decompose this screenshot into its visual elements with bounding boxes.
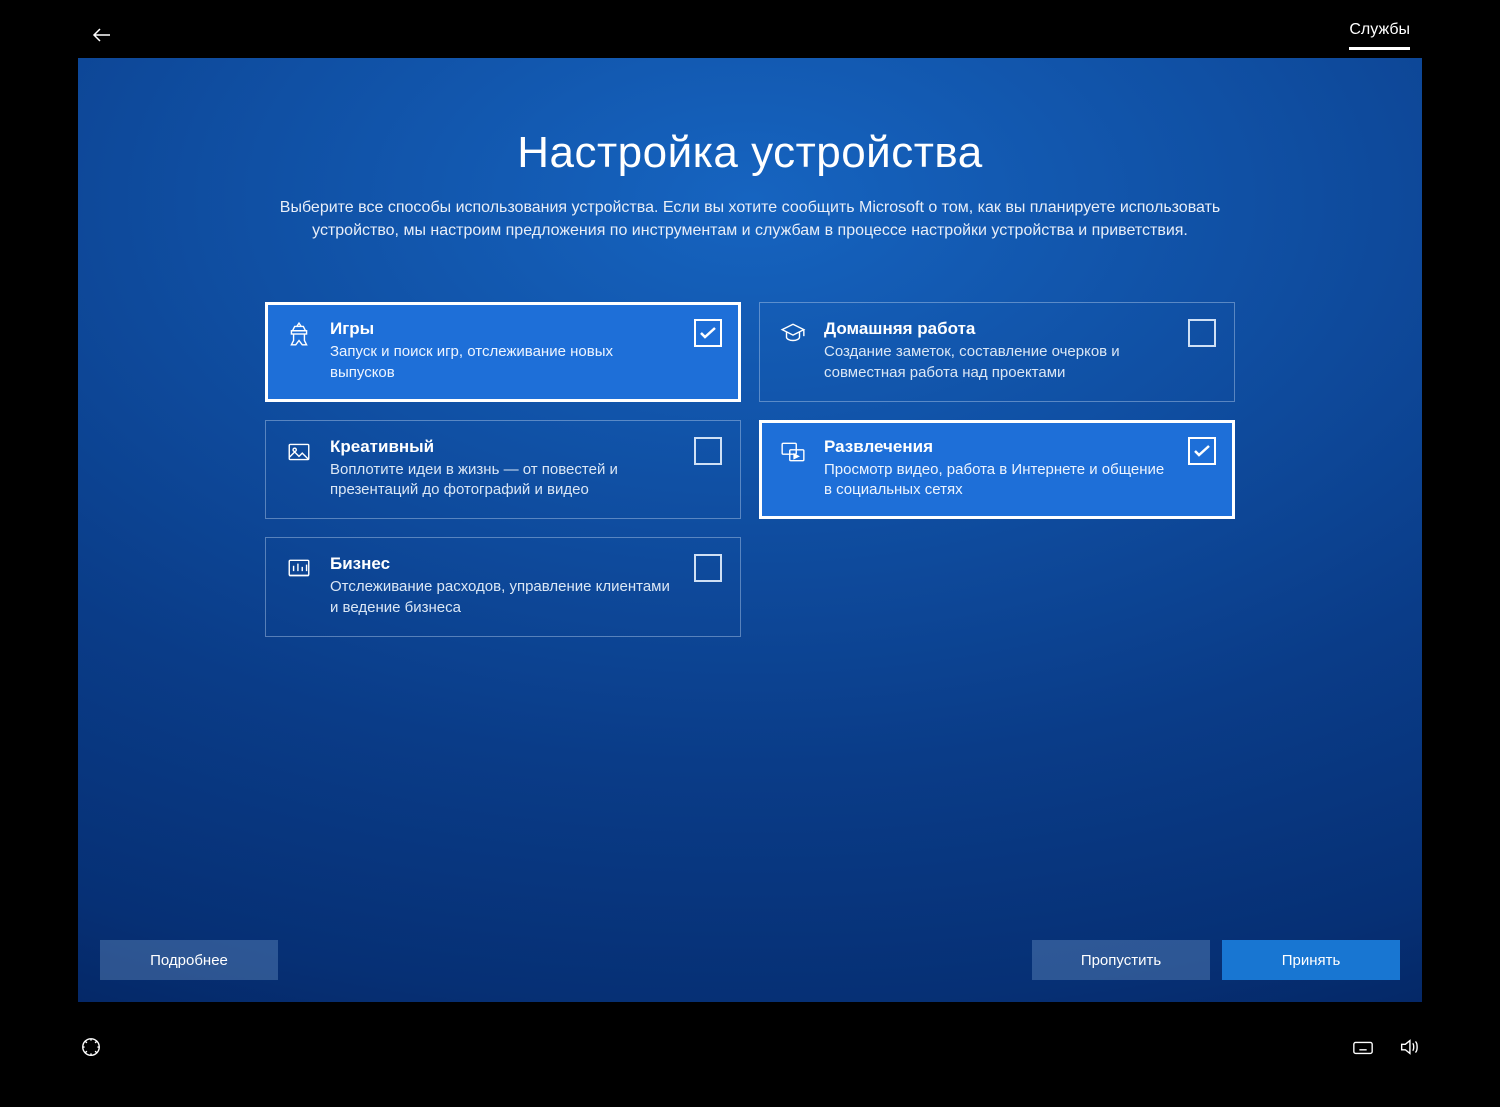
card-desc: Создание заметок, составление очерков и …: [824, 342, 1172, 383]
card-desc: Отслеживание расходов, управление клиент…: [330, 577, 678, 618]
card-desc: Запуск и поиск игр, отслеживание новых в…: [330, 342, 678, 383]
checkbox-gaming[interactable]: [694, 319, 722, 347]
entertainment-icon: [778, 439, 808, 469]
card-title: Бизнес: [330, 554, 678, 574]
card-entertainment[interactable]: Развлечения Просмотр видео, работа в Инт…: [759, 420, 1235, 520]
card-title: Развлечения: [824, 437, 1172, 457]
business-icon: [284, 556, 314, 586]
ease-of-access-button[interactable]: [80, 1036, 102, 1063]
page-description: Выберите все способы использования устро…: [270, 196, 1230, 242]
checkbox-business[interactable]: [694, 554, 722, 582]
creative-icon: [284, 439, 314, 469]
card-homework[interactable]: Домашняя работа Создание заметок, состав…: [759, 302, 1235, 402]
checkbox-entertainment[interactable]: [1188, 437, 1216, 465]
keyboard-icon: [1352, 1036, 1374, 1058]
gaming-icon: [284, 321, 314, 351]
card-title: Игры: [330, 319, 678, 339]
setup-panel: Настройка устройства Выберите все способ…: [78, 58, 1422, 1002]
card-desc: Просмотр видео, работа в Интернете и общ…: [824, 460, 1172, 501]
learn-more-button[interactable]: Подробнее: [100, 940, 278, 980]
accessibility-icon: [80, 1036, 102, 1058]
volume-button[interactable]: [1398, 1036, 1420, 1063]
card-title: Креативный: [330, 437, 678, 457]
keyboard-button[interactable]: [1352, 1036, 1374, 1063]
accept-button[interactable]: Принять: [1222, 940, 1400, 980]
school-icon: [778, 321, 808, 351]
checkmark-icon: [1193, 444, 1211, 458]
volume-icon: [1398, 1036, 1420, 1058]
card-business[interactable]: Бизнес Отслеживание расходов, управление…: [265, 537, 741, 637]
checkmark-icon: [699, 326, 717, 340]
taskbar: [0, 1002, 1500, 1107]
back-arrow-icon: [90, 23, 114, 47]
tab-services[interactable]: Службы: [1349, 21, 1410, 50]
card-desc: Воплотите идеи в жизнь — от повестей и п…: [330, 460, 678, 501]
checkbox-homework[interactable]: [1188, 319, 1216, 347]
back-button[interactable]: [90, 23, 114, 47]
card-title: Домашняя работа: [824, 319, 1172, 339]
card-gaming[interactable]: Игры Запуск и поиск игр, отслеживание но…: [265, 302, 741, 402]
usage-card-grid: Игры Запуск и поиск игр, отслеживание но…: [265, 302, 1235, 637]
card-creative[interactable]: Креативный Воплотите идеи в жизнь — от п…: [265, 420, 741, 520]
skip-button[interactable]: Пропустить: [1032, 940, 1210, 980]
checkbox-creative[interactable]: [694, 437, 722, 465]
page-title: Настройка устройства: [168, 128, 1332, 178]
